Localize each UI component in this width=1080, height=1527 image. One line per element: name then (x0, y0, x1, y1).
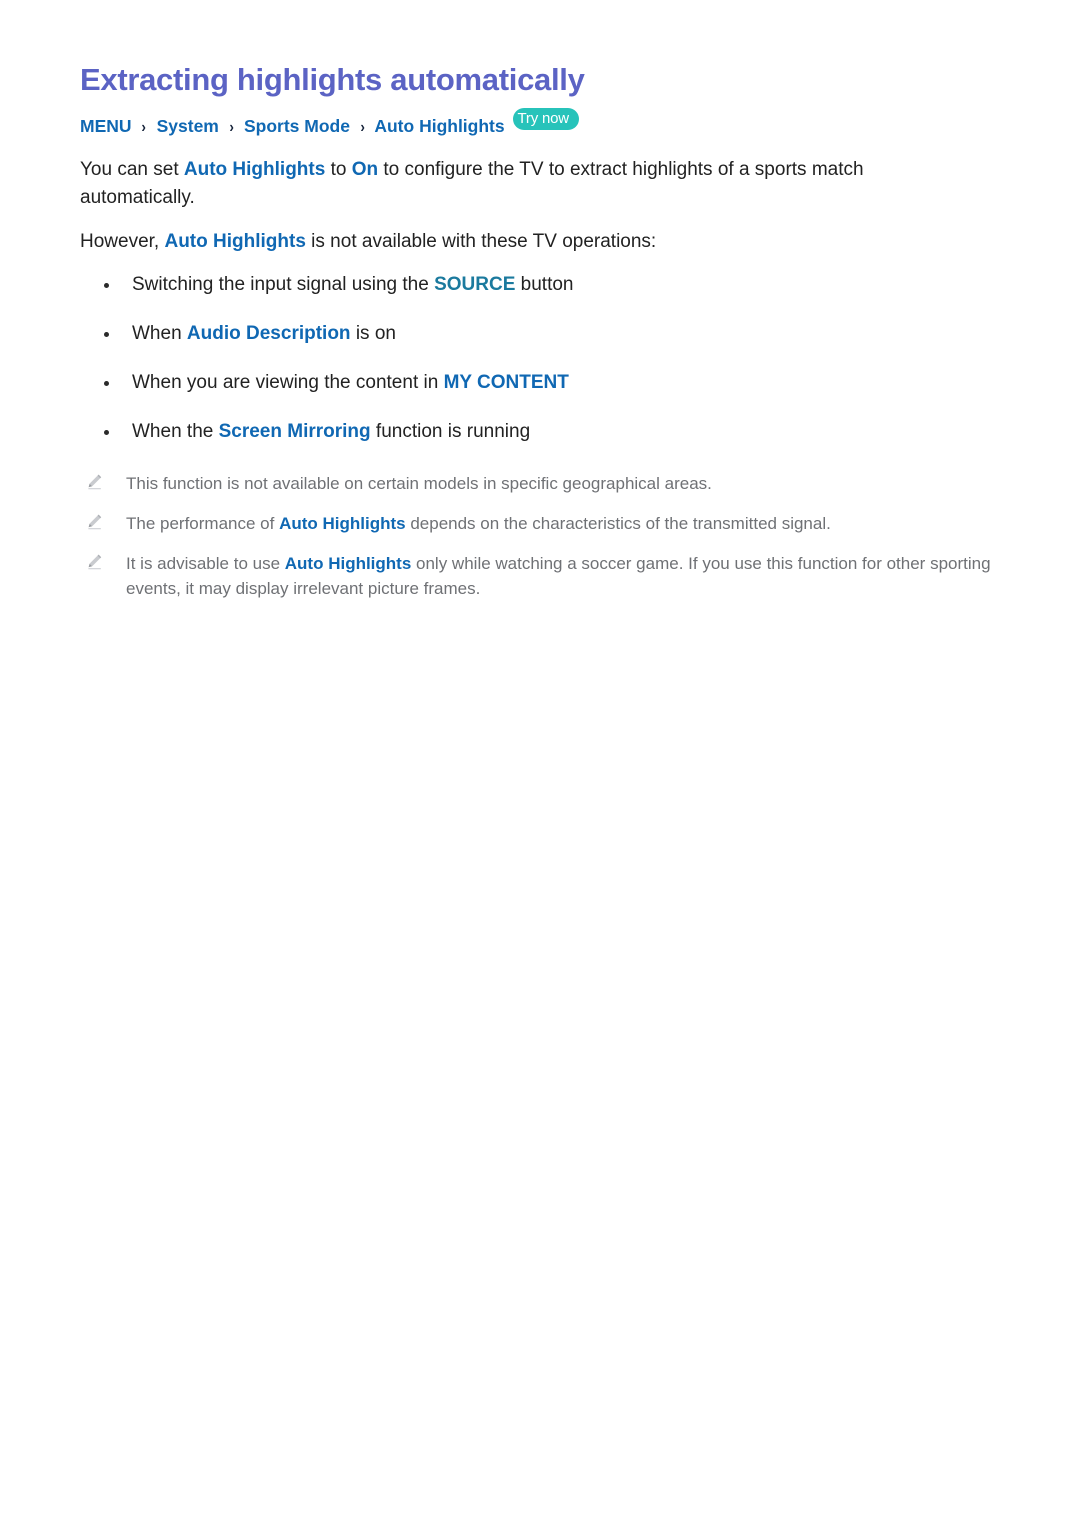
inline-term: Auto Highlights (284, 554, 412, 574)
note-item: The performance of Auto Highlights depen… (80, 511, 1000, 536)
note-text: This function is not available on certai… (126, 474, 712, 494)
list-item: When Audio Description is on (80, 321, 1000, 347)
list-item-text: When Audio Description is on (132, 323, 396, 345)
pencil-icon (88, 474, 102, 490)
note-text: The performance of Auto Highlights depen… (126, 514, 831, 534)
note-list: This function is not available on certai… (80, 471, 1000, 601)
inline-term: SOURCE (434, 274, 516, 296)
document-page: Extracting highlights automatically MENU… (0, 0, 1080, 1527)
inline-term: Auto Highlights (183, 159, 326, 181)
inline-term: Auto Highlights (164, 231, 306, 253)
restriction-list: Switching the input signal using the SOU… (80, 272, 1000, 445)
chevron-right-icon: › (229, 118, 234, 136)
intro-paragraph: You can set Auto Highlights to On to con… (80, 159, 864, 209)
inline-term: Audio Description (186, 323, 351, 345)
inline-term: Screen Mirroring (218, 421, 371, 443)
breadcrumb-item-auto-highlights[interactable]: Auto Highlights (374, 116, 504, 136)
restriction-intro-paragraph: However, Auto Highlights is not availabl… (80, 231, 657, 253)
breadcrumb-item-system[interactable]: System (157, 116, 219, 136)
bullet-dot-icon (104, 332, 109, 338)
inline-term: MY CONTENT (443, 372, 569, 394)
note-item: It is advisable to use Auto Highlights o… (80, 551, 1000, 601)
list-item-text: Switching the input signal using the SOU… (132, 274, 574, 296)
list-item: Switching the input signal using the SOU… (80, 272, 1000, 298)
breadcrumb-item-sports-mode[interactable]: Sports Mode (244, 116, 350, 136)
chevron-right-icon: › (141, 118, 147, 136)
list-item: When you are viewing the content in MY C… (80, 370, 1000, 396)
bullet-dot-icon (104, 430, 109, 436)
list-item-text: When you are viewing the content in MY C… (132, 372, 569, 394)
inline-term: Auto Highlights (279, 514, 406, 534)
list-item-text: When the Screen Mirroring function is ru… (132, 421, 531, 443)
try-now-badge[interactable]: Try now (512, 107, 579, 130)
pencil-icon (88, 554, 102, 570)
bullet-dot-icon (104, 381, 109, 387)
chevron-right-icon: › (360, 118, 365, 136)
bullet-dot-icon (104, 283, 109, 289)
breadcrumb-item-menu[interactable]: MENU (80, 116, 132, 136)
inline-term: On (351, 159, 379, 181)
breadcrumb: MENU › System › Sports Mode › Auto Highl… (80, 107, 1000, 139)
list-item: When the Screen Mirroring function is ru… (80, 419, 1000, 445)
pencil-icon (88, 514, 102, 530)
note-item: This function is not available on certai… (80, 471, 1000, 496)
page-title: Extracting highlights automatically (80, 62, 585, 97)
note-text: It is advisable to use Auto Highlights o… (126, 554, 991, 599)
